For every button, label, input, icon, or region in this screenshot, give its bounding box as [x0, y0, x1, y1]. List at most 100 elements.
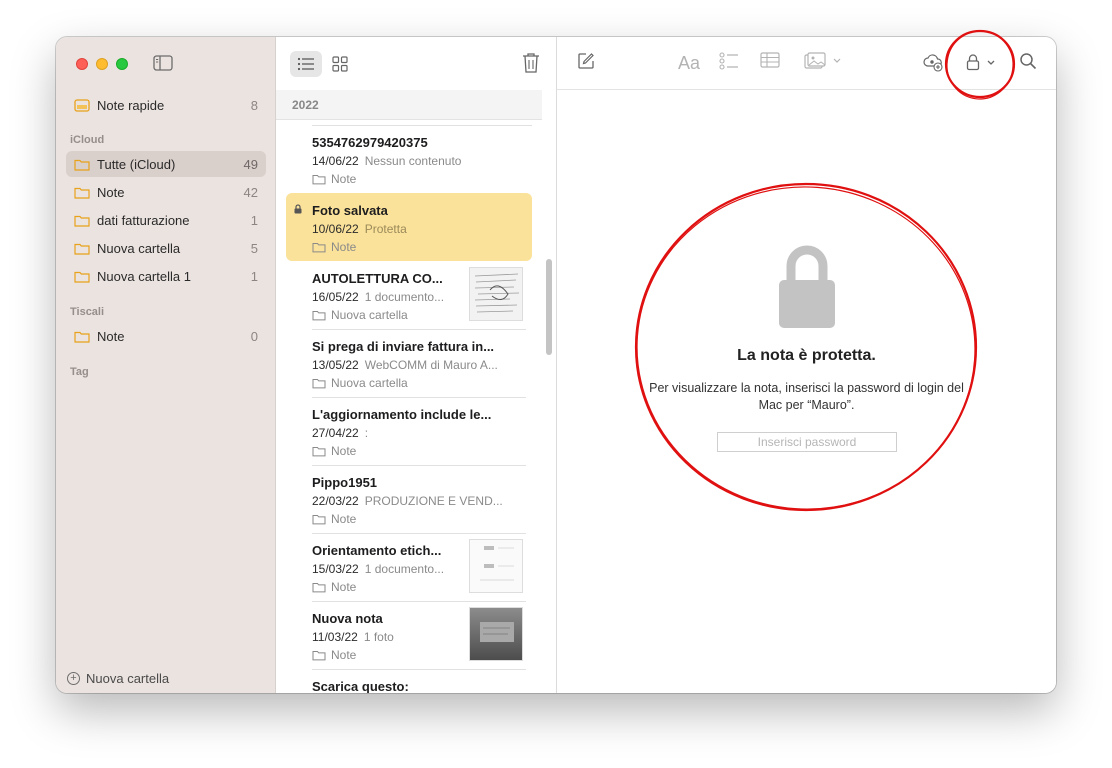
folder-icon — [74, 159, 90, 171]
note-date: 27/04/22 — [312, 426, 359, 440]
sidebar-item-nuova-cartella-1[interactable]: Nuova cartella 1 1 — [66, 263, 266, 289]
sidebar-item-note[interactable]: Note 42 — [66, 179, 266, 205]
folder-icon — [74, 243, 90, 255]
section-header-icloud: iCloud — [70, 134, 105, 146]
section-header-tiscali: Tiscali — [70, 306, 105, 318]
sidebar-item-label: Note rapide — [97, 97, 165, 113]
note-preview: WebCOMM di Mauro A... — [364, 358, 498, 372]
list-item[interactable]: Orientamento etich... 15/03/22 1 document… — [286, 533, 532, 602]
note-list-scrollbar[interactable] — [546, 259, 552, 355]
collaborate-icon[interactable] — [922, 52, 944, 72]
note-title: Orientamento etich... — [312, 543, 442, 558]
format-text-button[interactable]: Aa — [678, 53, 700, 74]
note-preview: PRODUZIONE E VEND... — [364, 494, 503, 508]
note-folder-label: Note — [331, 444, 357, 458]
note-folder: Nuova cartella — [312, 376, 408, 390]
locked-note-message: Per visualizzare la nota, inserisci la p… — [649, 381, 964, 412]
note-folder: Note — [312, 512, 356, 526]
password-input[interactable] — [717, 432, 897, 452]
editor-toolbar: Aa — [557, 37, 1056, 90]
note-title: L'aggiornamento include le... — [312, 407, 492, 422]
gallery-view-button[interactable] — [324, 51, 356, 77]
note-folder-label: Note — [331, 240, 357, 254]
list-item[interactable]: 5354762979420375 14/06/22 Nessun contenut… — [286, 125, 532, 193]
note-title: Nuova nota — [312, 611, 383, 626]
list-view-button[interactable] — [290, 51, 322, 77]
sidebar-item-quick-notes[interactable]: Note rapide 8 — [66, 92, 266, 118]
sidebar-item-dati-fatturazione[interactable]: dati fatturazione 1 — [66, 207, 266, 233]
folder-icon — [312, 242, 326, 252]
note-title: Pippo1951 — [312, 475, 378, 490]
sidebar-item-count: 49 — [243, 156, 258, 172]
note-meta: 13/05/22 WebCOMM di Mauro A... — [312, 358, 498, 372]
note-thumbnail-document — [469, 267, 523, 321]
new-folder-button[interactable]: + Nuova cartella — [67, 671, 169, 686]
note-date: 13/05/22 — [312, 358, 359, 372]
note-folder: Note — [312, 444, 356, 458]
list-item[interactable]: L'aggiornamento include le... 27/04/22: … — [286, 397, 532, 466]
search-icon[interactable] — [1019, 52, 1037, 70]
list-item[interactable]: Pippo1951 22/03/22 PRODUZIONE E VEND... N… — [286, 465, 532, 534]
list-item[interactable]: Si prega di inviare fattura in... 13/05/… — [286, 329, 532, 398]
compose-icon[interactable] — [577, 52, 595, 70]
note-date: 22/03/22 — [312, 494, 359, 508]
sidebar-item-nuova-cartella[interactable]: Nuova cartella 5 — [66, 235, 266, 261]
sidebar: Note rapide 8 iCloud Tutte (iCloud) 49 N… — [56, 37, 276, 693]
section-header-tag: Tag — [70, 366, 89, 378]
checklist-icon[interactable] — [719, 52, 739, 70]
note-thumbnail-photo — [469, 607, 523, 661]
note-meta: 11/03/22 1 foto — [312, 630, 394, 644]
note-preview: Nessun contenuto — [364, 154, 462, 168]
sidebar-item-count: 0 — [250, 328, 258, 344]
note-meta: 16/05/22 1 documento... — [312, 290, 444, 304]
note-folder-label: Nuova cartella — [331, 376, 408, 390]
list-item[interactable]: Nuova nota 11/03/22 1 foto Note — [286, 601, 532, 670]
trash-icon[interactable] — [521, 52, 541, 74]
note-title: Si prega di inviare fattura in... — [312, 339, 495, 354]
sidebar-item-count: 8 — [250, 97, 258, 113]
note-meta: 27/04/22: — [312, 426, 368, 440]
folder-icon — [312, 174, 326, 184]
note-folder-label: Nuova cartella — [331, 308, 408, 322]
sidebar-toggle-icon[interactable] — [153, 55, 173, 71]
list-item-selected[interactable]: Foto salvata 10/06/22 Protetta Note — [286, 193, 532, 261]
list-item[interactable]: Scarica questo: — [286, 669, 532, 693]
note-title: 5354762979420375 — [312, 135, 428, 150]
locked-note-title: La nota è protetta. — [737, 347, 876, 364]
note-folder-label: Note — [331, 172, 357, 186]
folder-icon — [74, 331, 90, 343]
plus-circle-icon: + — [67, 672, 80, 685]
table-icon[interactable] — [760, 52, 780, 68]
note-list-scroll[interactable]: 5354762979420375 14/06/22 Nessun contenut… — [276, 121, 557, 693]
notes-window: Note rapide 8 iCloud Tutte (iCloud) 49 N… — [56, 37, 1056, 693]
sidebar-item-all-icloud[interactable]: Tutte (iCloud) 49 — [66, 151, 266, 177]
note-folder-label: Note — [331, 580, 357, 594]
note-thumbnail-document — [469, 539, 523, 593]
minimize-window-button[interactable] — [96, 58, 108, 70]
grid-view-icon — [332, 56, 348, 72]
note-title: Foto salvata — [312, 203, 388, 218]
note-meta: 15/03/22 1 documento... — [312, 562, 444, 576]
note-meta: 22/03/22 PRODUZIONE E VEND... — [312, 494, 503, 508]
sidebar-item-label: Tutte (iCloud) — [97, 156, 176, 172]
folder-icon — [74, 187, 90, 199]
folder-icon — [312, 514, 326, 524]
zoom-window-button[interactable] — [116, 58, 128, 70]
note-folder: Note — [312, 172, 356, 186]
note-folder: Note — [312, 240, 356, 254]
sidebar-item-count: 1 — [250, 268, 258, 284]
sidebar-item-label: Nuova cartella 1 — [97, 268, 191, 284]
sidebar-item-label: Nuova cartella — [97, 240, 181, 256]
close-window-button[interactable] — [76, 58, 88, 70]
note-list: 2022 5354762979420375 14/06/22 Nessun con… — [276, 37, 557, 693]
sidebar-item-tiscali-note[interactable]: Note 0 — [66, 323, 266, 349]
note-folder-label: Note — [331, 648, 357, 662]
note-date: 10/06/22 — [312, 222, 359, 236]
sidebar-item-label: dati fatturazione — [97, 212, 190, 228]
note-folder-label: Note — [331, 512, 357, 526]
note-preview: : — [364, 426, 369, 440]
folder-icon — [312, 378, 326, 388]
list-item[interactable]: AUTOLETTURA CO... 16/05/22 1 documento...… — [286, 261, 532, 330]
media-icon[interactable] — [804, 52, 844, 70]
lock-menu-icon[interactable] — [965, 53, 1001, 71]
